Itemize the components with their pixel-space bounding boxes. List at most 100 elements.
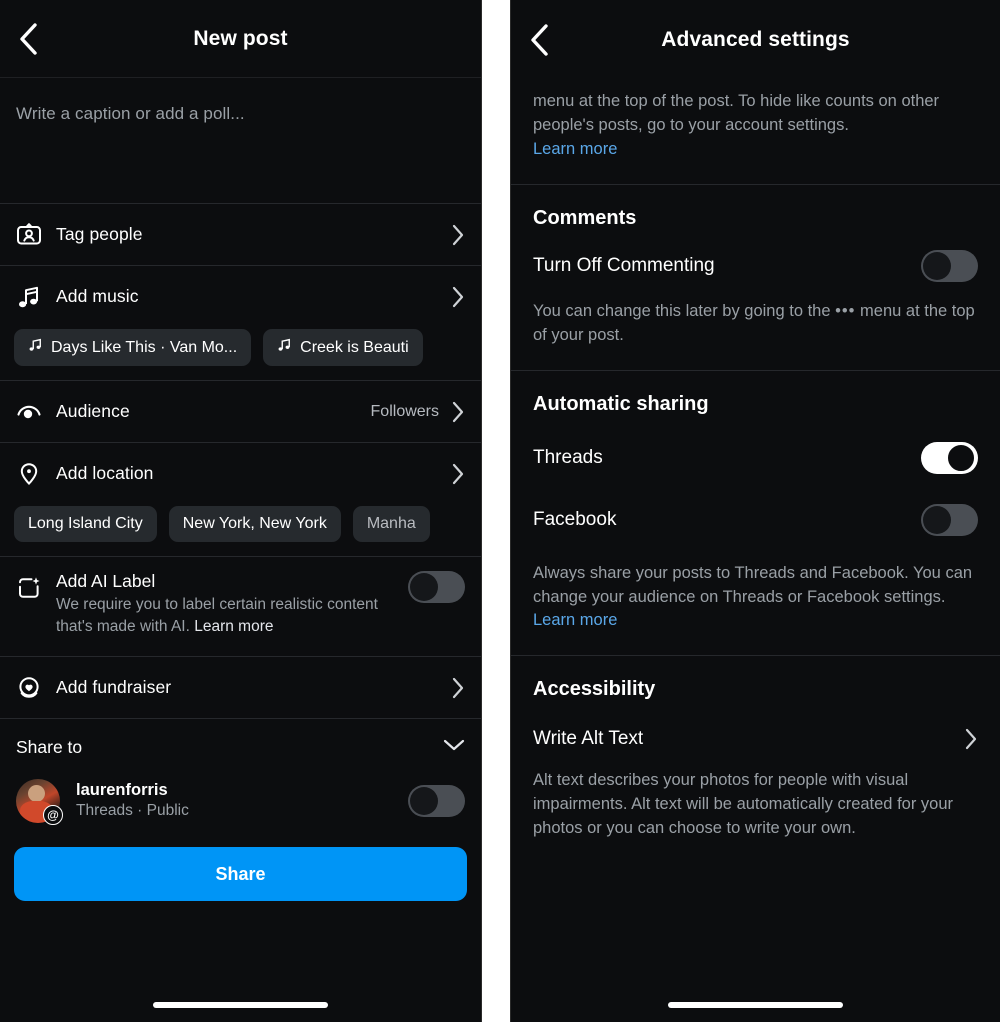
row-audience[interactable]: Audience Followers (0, 381, 481, 442)
row-threads-sharing[interactable]: Threads (511, 416, 1000, 488)
toggle-knob (946, 442, 976, 473)
advanced-settings-header: Advanced settings (511, 0, 1000, 80)
chevron-right-icon (451, 400, 465, 424)
music-chip-list: Days Like This · Van Mo... Creek is Beau… (0, 327, 481, 380)
row-turn-off-commenting[interactable]: Turn Off Commenting (511, 230, 1000, 300)
row-tag-people[interactable]: Tag people (0, 204, 481, 265)
automatic-sharing-section-title: Automatic sharing (533, 392, 709, 415)
tag-people-icon (16, 222, 56, 248)
home-bar (153, 1002, 328, 1008)
intro-text: menu at the top of the post. To hide lik… (533, 92, 940, 134)
chevron-right-icon (451, 285, 465, 309)
music-note-icon (16, 284, 56, 310)
add-music-label: Add music (56, 286, 139, 306)
avatar: @ (16, 779, 63, 825)
turn-off-commenting-label: Turn Off Commenting (533, 254, 715, 276)
share-button-container: Share (0, 833, 481, 901)
chevron-right-icon (451, 462, 465, 486)
toggle-knob (410, 787, 438, 815)
music-chip[interactable]: Creek is Beauti (263, 329, 423, 366)
music-note-small-icon (28, 338, 42, 357)
threads-toggle[interactable] (921, 441, 978, 474)
accessibility-note: Alt text describes your photos for peopl… (533, 771, 954, 838)
music-chip-title: Creek is Beauti (300, 338, 409, 356)
comments-note-before: You can change this later by going to th… (533, 301, 836, 320)
audience-label: Audience (56, 401, 130, 421)
advanced-settings-panel: Advanced settings menu at the top of the… (510, 0, 1000, 1022)
back-button-left[interactable] (8, 19, 48, 59)
panel-gap (482, 0, 510, 1022)
threads-icon: @ (43, 805, 63, 825)
location-pin-icon (16, 461, 56, 487)
location-chip-list: Long Island City New York, New York Manh… (0, 504, 481, 556)
location-chip[interactable]: Long Island City (14, 506, 157, 542)
ai-label-learn-more-link[interactable]: Learn more (194, 618, 273, 635)
account-subtitle: Threads · Public (76, 802, 189, 820)
row-add-music[interactable]: Add music (0, 266, 481, 327)
home-bar (668, 1002, 843, 1008)
caption-input[interactable]: Write a caption or add a poll... (0, 78, 481, 204)
back-button-right[interactable] (519, 20, 559, 60)
music-chip[interactable]: Days Like This · Van Mo... (14, 329, 252, 366)
threads-label: Threads (533, 446, 603, 468)
accessibility-section-title: Accessibility (533, 678, 656, 701)
location-chip[interactable]: Manha (352, 506, 430, 542)
location-chip[interactable]: New York, New York (168, 506, 341, 542)
row-add-fundraiser[interactable]: Add fundraiser (0, 657, 481, 718)
intro-learn-more-link[interactable]: Learn more (533, 140, 617, 158)
facebook-toggle[interactable] (921, 503, 978, 536)
like-counts-intro-text: menu at the top of the post. To hide lik… (511, 80, 1000, 184)
row-facebook-sharing[interactable]: Facebook (511, 488, 1000, 550)
toggle-knob (410, 573, 438, 601)
music-note-small-icon (277, 338, 291, 357)
tag-people-label: Tag people (56, 224, 143, 244)
ai-label-description: We require you to label certain realisti… (56, 594, 398, 638)
row-add-ai-label[interactable]: Add AI Label We require you to label cer… (0, 557, 481, 656)
new-post-header: New post (0, 0, 481, 78)
share-to-account-row[interactable]: @ laurenforris Threads · Public (0, 775, 481, 833)
account-meta: laurenforris Threads · Public (76, 780, 408, 822)
share-to-title: Share to (16, 736, 83, 757)
home-indicator-right (511, 1002, 1000, 1008)
home-indicator-left (0, 1002, 481, 1008)
chevron-left-icon (528, 23, 550, 57)
screenshot-root: New post Write a caption or add a poll..… (0, 0, 1000, 1022)
chevron-right-icon (964, 727, 978, 751)
account-username: laurenforris (76, 780, 168, 799)
automatic-sharing-learn-more-link[interactable]: Learn more (533, 611, 617, 629)
row-add-location[interactable]: Add location (0, 443, 481, 504)
facebook-label: Facebook (533, 508, 617, 530)
share-to-header[interactable]: Share to (0, 719, 481, 775)
chevron-left-icon (17, 22, 39, 56)
comments-note: You can change this later by going to th… (511, 300, 1000, 370)
comments-section-title: Comments (533, 206, 637, 229)
turn-off-commenting-toggle[interactable] (921, 249, 978, 282)
music-chip-title: Days Like This · Van Mo... (51, 338, 238, 356)
automatic-sharing-note: Always share your posts to Threads and F… (511, 550, 1000, 656)
chevron-right-icon (451, 676, 465, 700)
new-post-panel: New post Write a caption or add a poll..… (0, 0, 482, 1022)
intro-paragraph: menu at the top of the post. To hide lik… (533, 90, 978, 162)
caption-placeholder: Write a caption or add a poll... (16, 104, 245, 123)
row-write-alt-text[interactable]: Write Alt Text (511, 701, 1000, 769)
share-to-threads-toggle[interactable] (408, 785, 465, 817)
page-title-left: New post (193, 26, 288, 50)
write-alt-text-label: Write Alt Text (533, 728, 644, 750)
location-chip-label: Manha (366, 515, 416, 532)
overflow-menu-dots-icon: ••• (835, 301, 856, 320)
chevron-down-icon[interactable] (443, 738, 465, 757)
add-fundraiser-label: Add fundraiser (56, 677, 172, 697)
audience-icon (16, 399, 56, 425)
audience-value: Followers (370, 402, 439, 420)
toggle-knob (923, 505, 951, 534)
add-location-label: Add location (56, 463, 154, 483)
ai-label-toggle[interactable] (408, 571, 465, 603)
ai-label-text: Add AI Label We require you to label cer… (56, 571, 408, 638)
chevron-right-icon (451, 223, 465, 247)
ai-sparkle-icon (16, 571, 56, 606)
location-chip-label: New York, New York (182, 515, 327, 532)
fundraiser-heart-icon (16, 675, 56, 701)
location-chip-label: Long Island City (28, 515, 143, 532)
share-button[interactable]: Share (14, 847, 467, 901)
page-title-right: Advanced settings (661, 28, 850, 51)
